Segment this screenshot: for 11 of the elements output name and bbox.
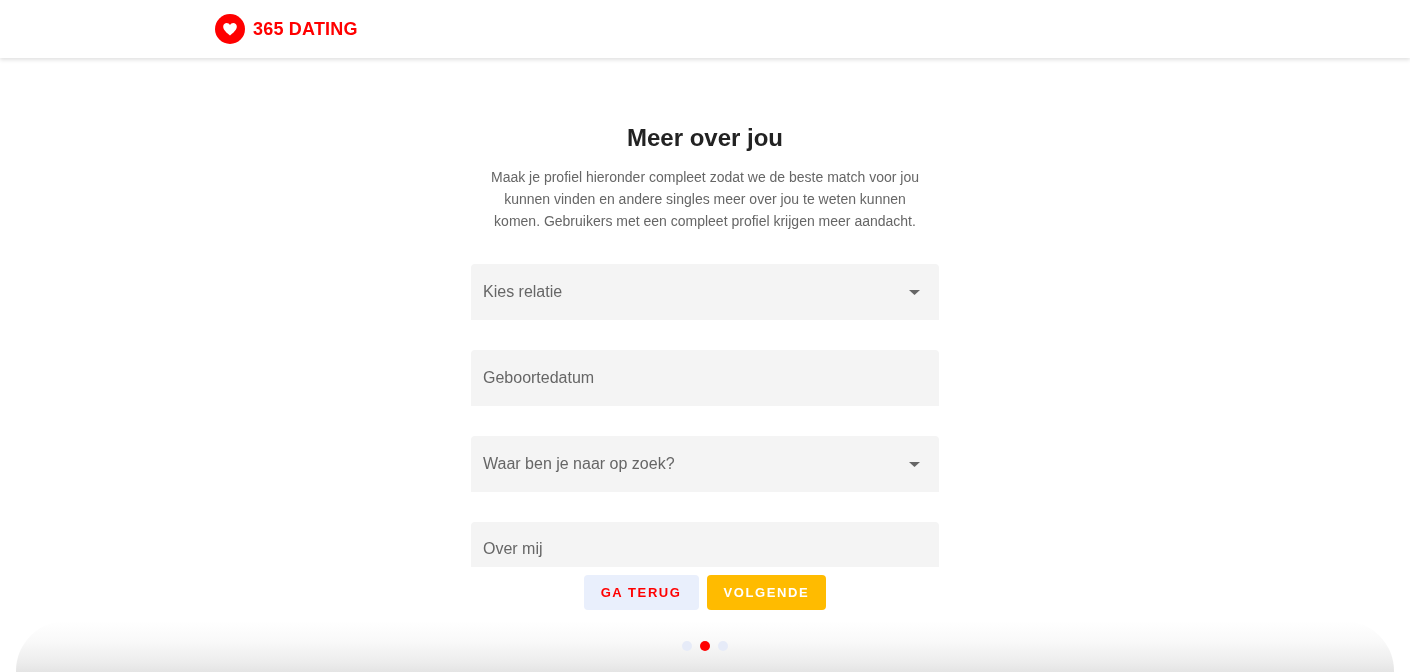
heart-logo-icon xyxy=(215,14,245,44)
dropdown-field[interactable]: Kies relatie xyxy=(471,264,939,320)
back-button[interactable]: GA TERUG xyxy=(583,575,699,610)
caret-down-icon xyxy=(909,462,920,467)
caret-down-icon xyxy=(909,290,920,295)
page-title: Meer over jou xyxy=(625,123,784,153)
intro-paragraph: Maak je profiel hieronder compleet zodat we de beste match voor jou kunnen vinden en andere singles meer over jou te weten kunnen komen. Gebruikers met een compleet profiel krijgen meer aandacht. xyxy=(490,168,920,231)
textarea-field[interactable]: Over mij xyxy=(471,522,939,567)
dropdown-field[interactable]: Waar ben je naar op zoek? xyxy=(471,436,939,492)
date-field[interactable]: Geboortedatum xyxy=(471,350,939,406)
logo-text[interactable]: 365 DATING xyxy=(253,15,358,43)
